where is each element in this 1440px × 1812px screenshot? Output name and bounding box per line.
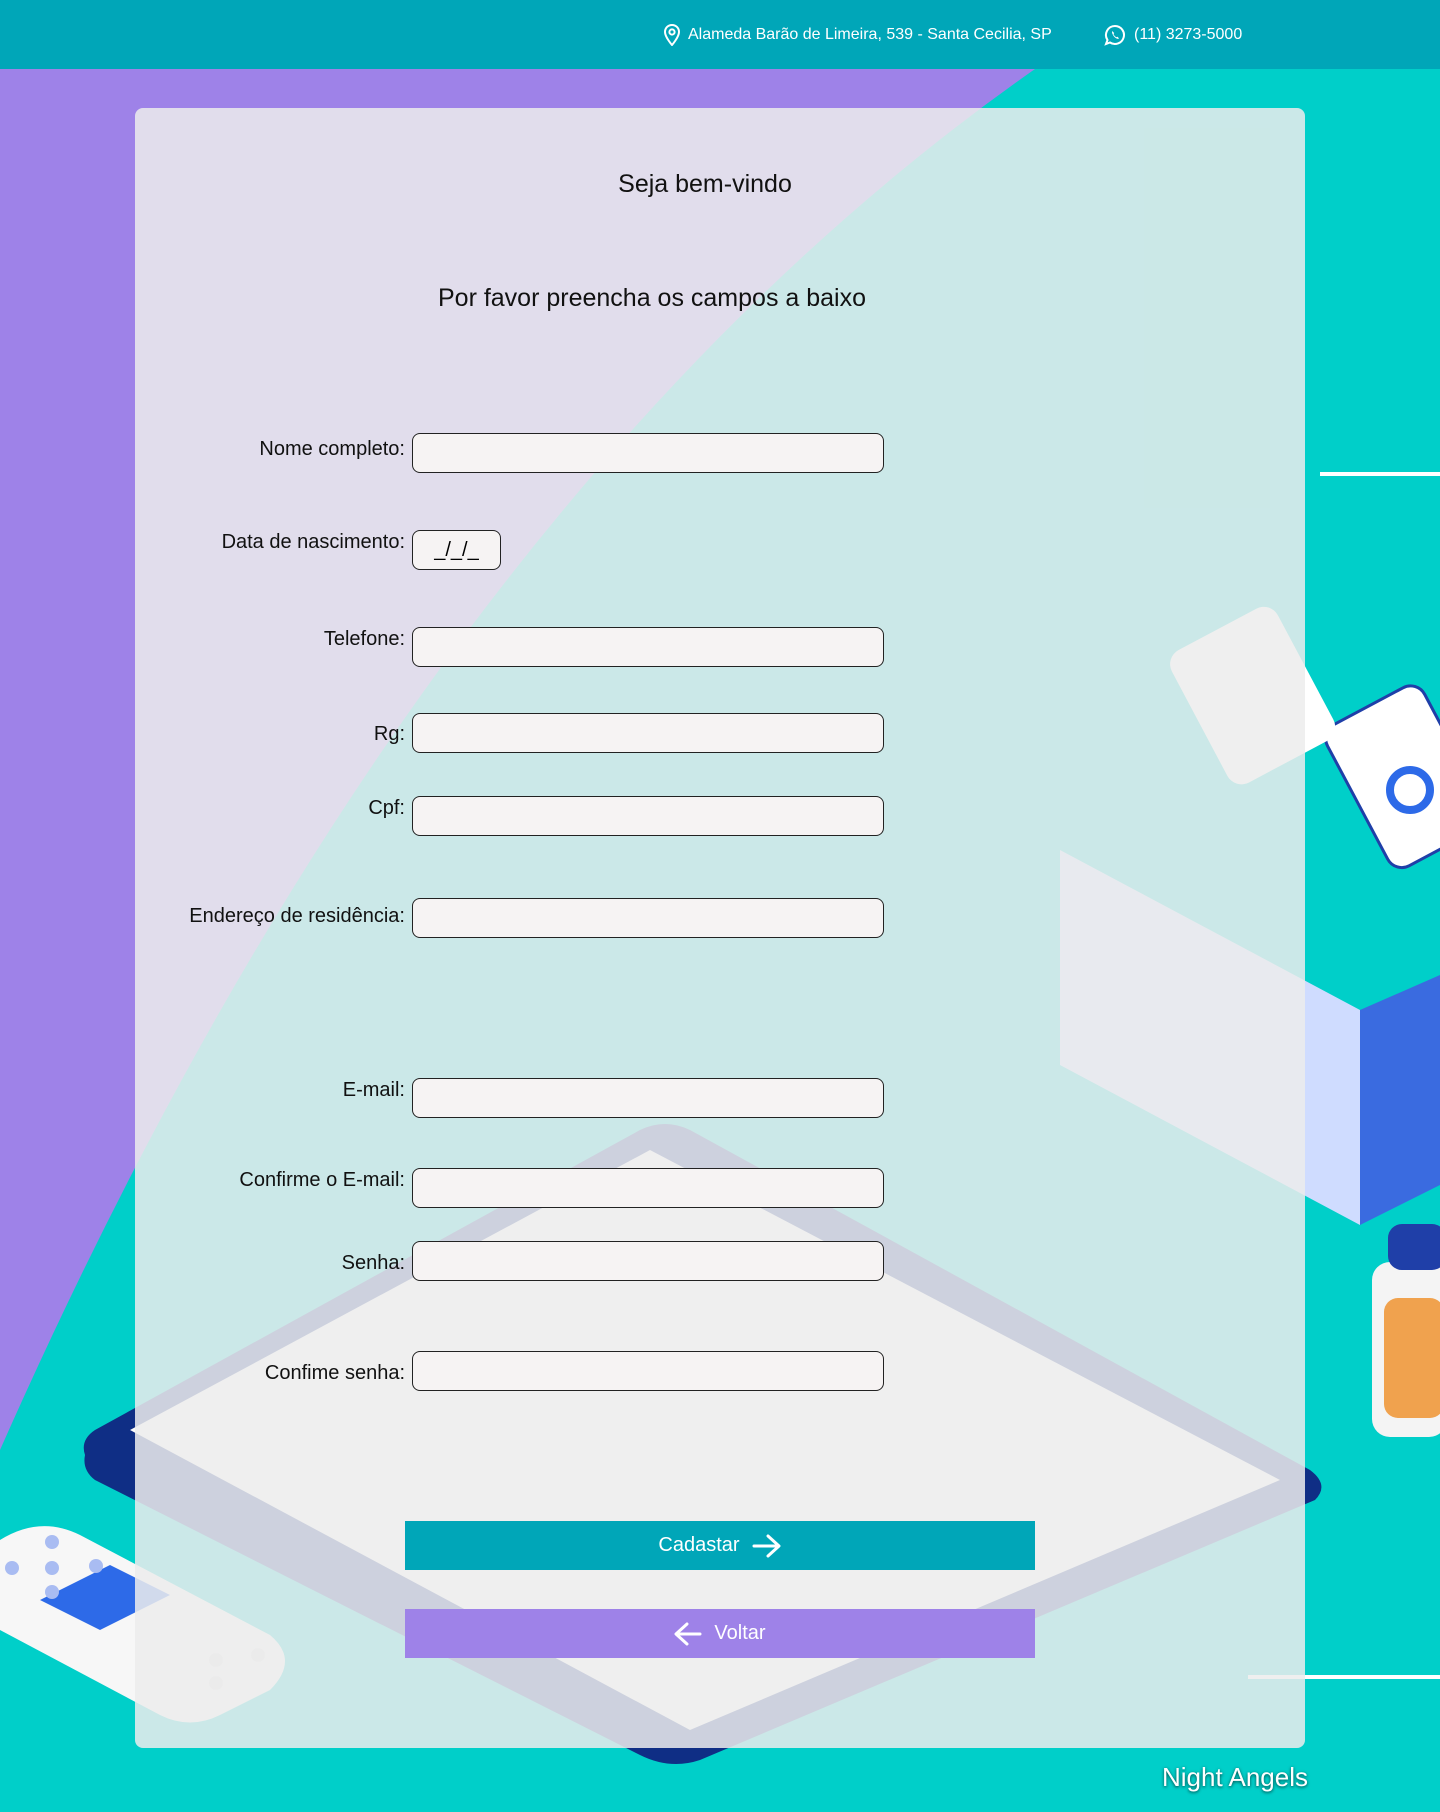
rg-field[interactable] [412,713,884,753]
welcome-title: Seja bem-vindo [618,170,792,198]
email-label: E-mail: [342,1079,405,1101]
confirm-email-field[interactable] [412,1168,884,1208]
senha-label: Senha: [341,1252,405,1274]
endereco-label: Endereço de residência: [189,905,405,927]
endereco-field[interactable] [412,898,884,938]
confirm-password-field[interactable] [412,1351,884,1391]
nascimento-label: Data de nascimento: [221,531,405,553]
top-bar: Alameda Barão de Limeira, 539 - Santa Ce… [0,0,1440,69]
back-button-label: Voltar [714,1622,766,1644]
telefone-field[interactable] [412,627,884,667]
phone-contact[interactable]: (11) 3273-5000 [1104,0,1242,69]
submit-button-label: Cadastar [658,1534,740,1556]
address-text: Alameda Barão de Limeira, 539 - Santa Ce… [688,25,1052,43]
arrow-left-icon [674,1622,702,1645]
email-field[interactable] [412,1078,884,1118]
submit-button[interactable]: Cadastar [405,1521,1035,1570]
telefone-label: Telefone: [323,628,405,650]
phone-text: (11) 3273-5000 [1134,25,1243,43]
password-field[interactable] [412,1241,884,1281]
confirm-email-label: Confirme o E-mail: [239,1169,405,1191]
location-pin-icon [664,23,680,46]
nome-label: Nome completo: [259,438,405,460]
rg-label: Rg: [373,723,405,745]
nome-field[interactable] [412,433,884,473]
brand-logo: Night Angels [1162,1762,1308,1792]
birthdate-field[interactable] [412,530,501,570]
cpf-field[interactable] [412,796,884,836]
cpf-label: Cpf: [368,797,405,819]
confirm-senha-label: Confime senha: [264,1362,405,1384]
address-contact[interactable]: Alameda Barão de Limeira, 539 - Santa Ce… [664,0,1052,69]
form-instructions: Por favor preencha os campos a baixo [437,284,866,312]
back-button[interactable]: Voltar [405,1609,1035,1658]
arrow-right-icon [752,1534,781,1557]
whatsapp-icon [1104,24,1125,46]
